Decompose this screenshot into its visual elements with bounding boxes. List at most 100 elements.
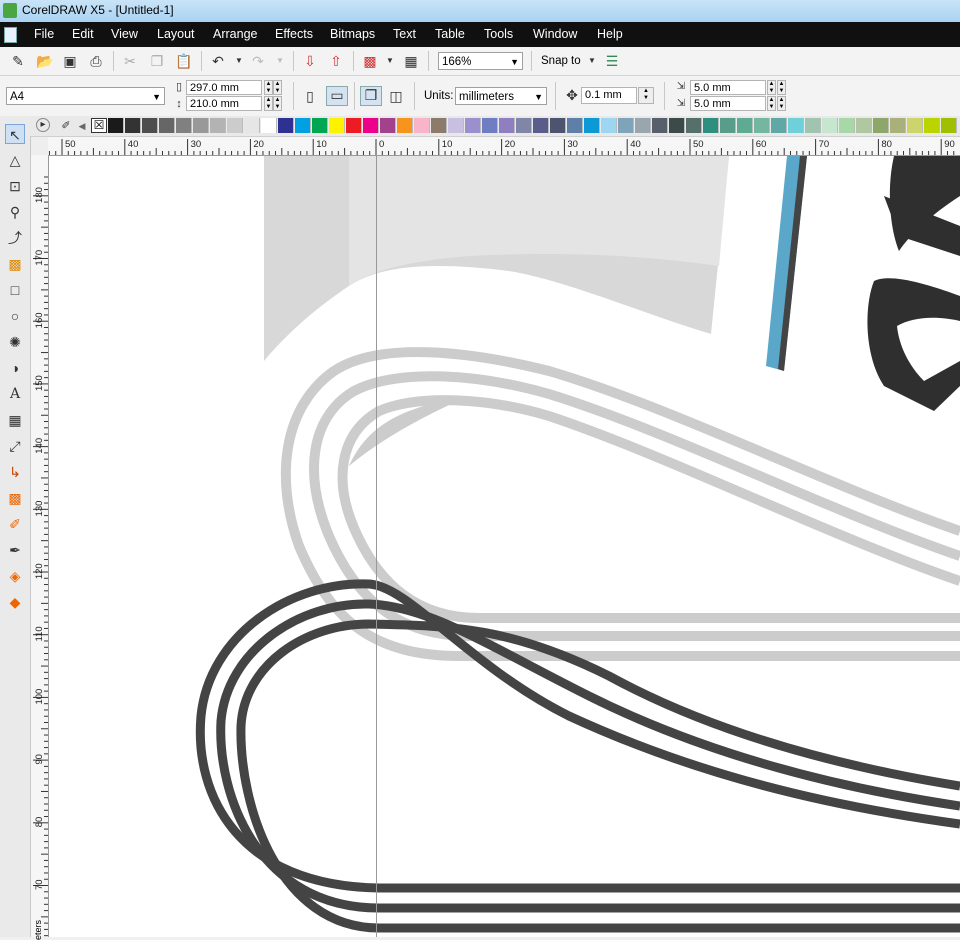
color-swatch[interactable] — [499, 118, 515, 133]
drawing-artwork[interactable] — [49, 156, 960, 937]
snap-to-button[interactable]: Snap to — [541, 55, 581, 67]
export-icon[interactable]: ⇧ — [328, 53, 344, 69]
document-icon[interactable] — [4, 27, 17, 43]
page-width-field[interactable]: 297.0 mm — [186, 80, 262, 95]
undo-dropdown-icon[interactable]: ▼ — [231, 53, 247, 69]
color-swatch[interactable] — [193, 118, 209, 133]
palette-arrow-icon[interactable]: ◀ — [74, 118, 90, 134]
color-swatch[interactable] — [822, 118, 838, 133]
duplicate-x-spinner-alt[interactable]: ▲ ▼ — [777, 80, 786, 95]
color-swatch[interactable] — [737, 118, 753, 133]
color-swatch[interactable] — [176, 118, 192, 133]
menu-table[interactable]: Table — [435, 27, 465, 41]
all-pages-icon[interactable]: ❐ — [360, 86, 382, 106]
menu-window[interactable]: Window — [533, 27, 577, 41]
color-swatch[interactable] — [703, 118, 719, 133]
interactive-fill-icon[interactable]: ◆ — [5, 592, 25, 612]
current-page-icon[interactable]: ◫ — [388, 88, 404, 104]
color-swatch[interactable] — [652, 118, 668, 133]
zoom-tool-icon[interactable]: ⚲ — [5, 202, 25, 222]
landscape-icon[interactable]: ▭ — [326, 86, 348, 106]
color-swatch[interactable] — [363, 118, 379, 133]
print-icon[interactable]: ⎙ — [88, 53, 104, 69]
horizontal-ruler[interactable]: 50 40 30 20 10 0 10 20 30 40 50 60 70 80 90 — [48, 137, 960, 156]
menu-effects[interactable]: Effects — [275, 27, 313, 41]
color-swatch[interactable] — [924, 118, 940, 133]
menu-help[interactable]: Help — [597, 27, 623, 41]
color-swatch[interactable] — [329, 118, 345, 133]
freehand-tool-icon[interactable]: ⤴ — [5, 228, 25, 248]
shape-tool-icon[interactable]: △ — [5, 150, 25, 170]
eyedropper-tool-icon[interactable]: ✐ — [5, 514, 25, 534]
vertical-ruler[interactable]: 180 170 160 150 140 130 120 110 100 90 80 70 eters — [31, 155, 49, 940]
color-swatch[interactable] — [346, 118, 362, 133]
color-swatch[interactable] — [159, 118, 175, 133]
color-swatch[interactable] — [380, 118, 396, 133]
app-launcher-dropdown-icon[interactable]: ▼ — [382, 53, 398, 69]
color-swatch[interactable] — [125, 118, 141, 133]
units-combo[interactable]: millimeters ▼ — [455, 87, 547, 105]
page-width-spinner[interactable]: ▲ ▼ — [264, 80, 273, 95]
spiral-tool-icon[interactable]: ✺ — [5, 332, 25, 352]
nudge-field[interactable]: 0.1 mm — [581, 87, 637, 104]
outline-pen-icon[interactable]: ✒ — [5, 540, 25, 560]
ellipse-tool-icon[interactable]: ○ — [5, 306, 25, 326]
undo-icon[interactable]: ↶ — [210, 53, 226, 69]
palette-scroll-left-icon[interactable]: ▸ — [36, 118, 50, 132]
color-swatch[interactable] — [414, 118, 430, 133]
color-swatch[interactable] — [720, 118, 736, 133]
connector-tool-icon[interactable]: ↳ — [5, 462, 25, 482]
color-swatch[interactable] — [686, 118, 702, 133]
save-icon[interactable]: ▣ — [62, 53, 78, 69]
menu-edit[interactable]: Edit — [72, 27, 94, 41]
color-swatch[interactable] — [431, 118, 447, 133]
redo-dropdown-icon[interactable]: ▼ — [272, 53, 288, 69]
color-swatch[interactable] — [465, 118, 481, 133]
color-swatch[interactable] — [907, 118, 923, 133]
duplicate-y-spinner-alt[interactable]: ▲ ▼ — [777, 96, 786, 111]
duplicate-x-spinner[interactable]: ▲ ▼ — [767, 80, 776, 95]
app-launcher-icon[interactable]: ▩ — [362, 53, 378, 69]
color-swatch[interactable] — [890, 118, 906, 133]
color-swatch[interactable] — [312, 118, 328, 133]
nudge-spinner[interactable]: ▲ ▼ — [638, 87, 654, 104]
page-height-spinner[interactable]: ▲ ▼ — [264, 96, 273, 111]
welcome-screen-icon[interactable]: ▦ — [403, 53, 419, 69]
options-icon[interactable]: ☰ — [604, 53, 620, 69]
duplicate-x-field[interactable]: 5.0 mm — [690, 80, 766, 95]
palette-eyedropper-icon[interactable]: ✐ — [58, 118, 74, 134]
cut-icon[interactable]: ✂ — [122, 53, 138, 69]
color-swatch[interactable] — [635, 118, 651, 133]
page-width-lock[interactable]: ▲ ▼ — [273, 80, 282, 95]
rectangle-tool-icon[interactable]: □ — [5, 280, 25, 300]
color-swatch[interactable] — [227, 118, 243, 133]
copy-icon[interactable]: ❐ — [149, 53, 165, 69]
color-swatch[interactable] — [533, 118, 549, 133]
color-swatch[interactable] — [941, 118, 957, 133]
no-fill-swatch[interactable]: ☒ — [91, 118, 107, 133]
color-swatch[interactable] — [873, 118, 889, 133]
color-swatch[interactable] — [244, 118, 260, 133]
color-swatch[interactable] — [295, 118, 311, 133]
text-tool-icon[interactable]: A — [5, 384, 25, 404]
menu-bitmaps[interactable]: Bitmaps — [330, 27, 375, 41]
color-swatch[interactable] — [142, 118, 158, 133]
duplicate-y-spinner[interactable]: ▲ ▼ — [767, 96, 776, 111]
basic-shapes-icon[interactable]: ◑ — [5, 358, 25, 378]
color-swatch[interactable] — [788, 118, 804, 133]
redo-icon[interactable]: ↷ — [250, 53, 266, 69]
color-swatch[interactable] — [108, 118, 124, 133]
menu-arrange[interactable]: Arrange — [213, 27, 257, 41]
fill-tool-icon[interactable]: ◈ — [5, 566, 25, 586]
color-swatch[interactable] — [567, 118, 583, 133]
pick-tool-icon[interactable]: ↖ — [5, 124, 25, 144]
crop-tool-icon[interactable]: ⊡ — [5, 176, 25, 196]
color-swatch[interactable] — [754, 118, 770, 133]
page-height-field[interactable]: 210.0 mm — [186, 96, 262, 111]
color-swatch[interactable] — [856, 118, 872, 133]
color-swatch[interactable] — [210, 118, 226, 133]
color-swatch[interactable] — [482, 118, 498, 133]
color-swatch[interactable] — [584, 118, 600, 133]
portrait-icon[interactable]: ▯ — [302, 88, 318, 104]
menu-tools[interactable]: Tools — [484, 27, 513, 41]
